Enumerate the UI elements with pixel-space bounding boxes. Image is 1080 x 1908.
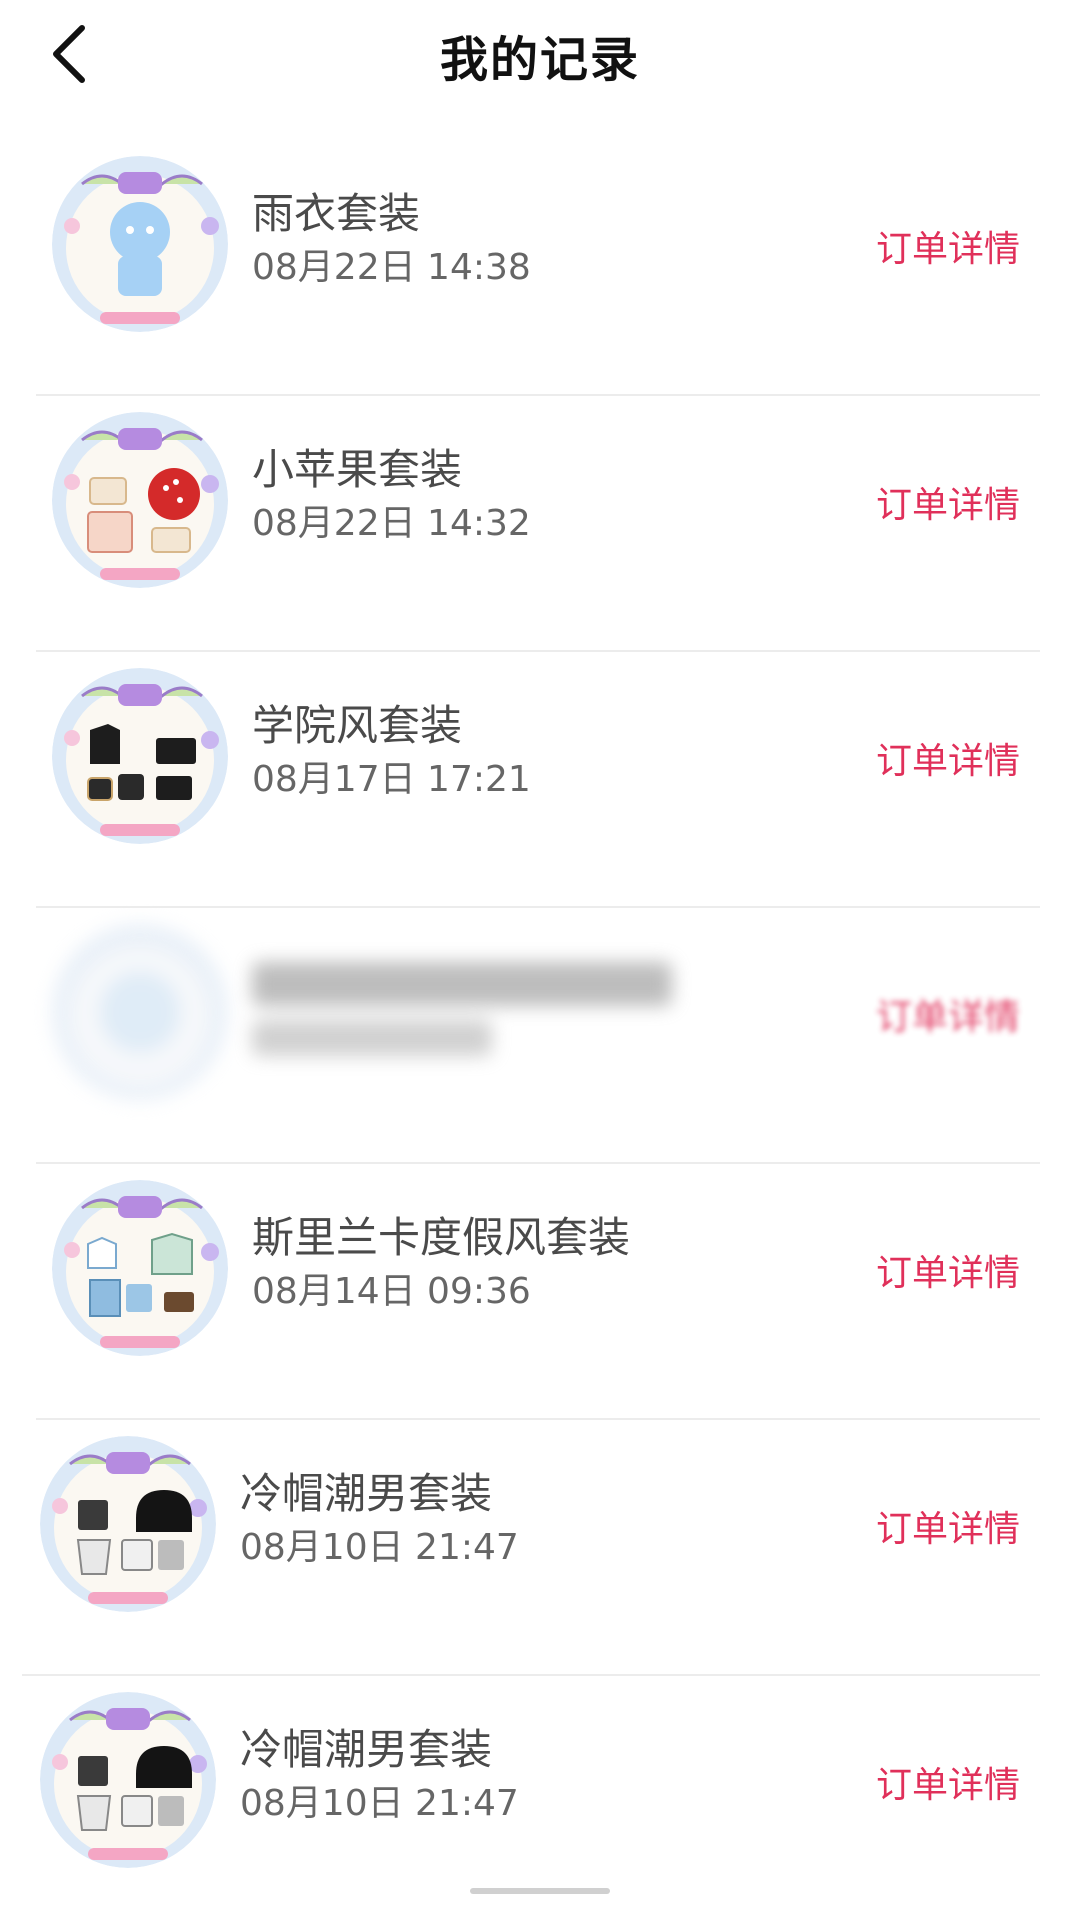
product-thumbnail [40,1436,216,1612]
record-info: 斯里兰卡度假风套装 08月14日 09:36 [252,1212,630,1318]
record-time: 08月10日 21:47 [240,1783,519,1824]
product-thumbnail [52,668,228,844]
record-row[interactable]: 冷帽潮男套装 08月10日 21:47 订单详情 [0,1676,1080,1908]
record-time: 08月14日 09:36 [252,1271,531,1312]
record-row[interactable]: 雨衣套装 08月22日 14:38 订单详情 [0,140,1080,396]
order-detail-link[interactable]: 订单详情 [876,988,1020,1040]
product-thumbnail [52,156,228,332]
record-name: 小苹果套装 [252,445,463,494]
page-title: 我的记录 [439,32,640,88]
record-name [252,962,672,1006]
record-info: 雨衣套装 08月22日 14:38 [252,188,531,294]
record-info: 冷帽潮男套装 08月10日 21:47 [240,1724,519,1830]
header-bar: 我的记录 [0,0,1080,110]
record-time [252,1020,492,1056]
home-indicator [470,1888,610,1894]
product-thumbnail [52,924,228,1100]
record-time: 08月10日 21:47 [240,1527,519,1568]
record-row[interactable]: 冷帽潮男套装 08月10日 21:47 订单详情 [0,1420,1080,1676]
record-info: 冷帽潮男套装 08月10日 21:47 [240,1468,519,1574]
order-detail-link[interactable]: 订单详情 [876,476,1020,528]
record-time: 08月22日 14:32 [252,503,531,544]
record-name: 学院风套装 [252,701,463,750]
record-name: 雨衣套装 [252,189,421,238]
record-info: 学院风套装 08月17日 17:21 [252,700,531,806]
product-thumbnail [52,1180,228,1356]
record-list: 雨衣套装 08月22日 14:38 订单详情 小苹果套装 08月22日 14:3… [0,140,1080,1908]
order-detail-link[interactable]: 订单详情 [876,1500,1020,1552]
record-info [252,956,672,1056]
record-row[interactable]: 学院风套装 08月17日 17:21 订单详情 [0,652,1080,908]
order-detail-link[interactable]: 订单详情 [876,1756,1020,1808]
record-info: 小苹果套装 08月22日 14:32 [252,444,531,550]
order-detail-link[interactable]: 订单详情 [876,732,1020,784]
product-thumbnail [52,412,228,588]
record-row-blurred[interactable]: 订单详情 [0,908,1080,1164]
order-detail-link[interactable]: 订单详情 [876,1244,1020,1296]
record-name: 斯里兰卡度假风套装 [252,1213,631,1262]
record-row[interactable]: 小苹果套装 08月22日 14:32 订单详情 [0,396,1080,652]
record-name: 冷帽潮男套装 [240,1725,493,1774]
record-time: 08月22日 14:38 [252,247,531,288]
order-detail-link[interactable]: 订单详情 [876,220,1020,272]
record-time: 08月17日 17:21 [252,759,531,800]
record-row[interactable]: 斯里兰卡度假风套装 08月14日 09:36 订单详情 [0,1164,1080,1420]
product-thumbnail [40,1692,216,1868]
record-name: 冷帽潮男套装 [240,1469,493,1518]
